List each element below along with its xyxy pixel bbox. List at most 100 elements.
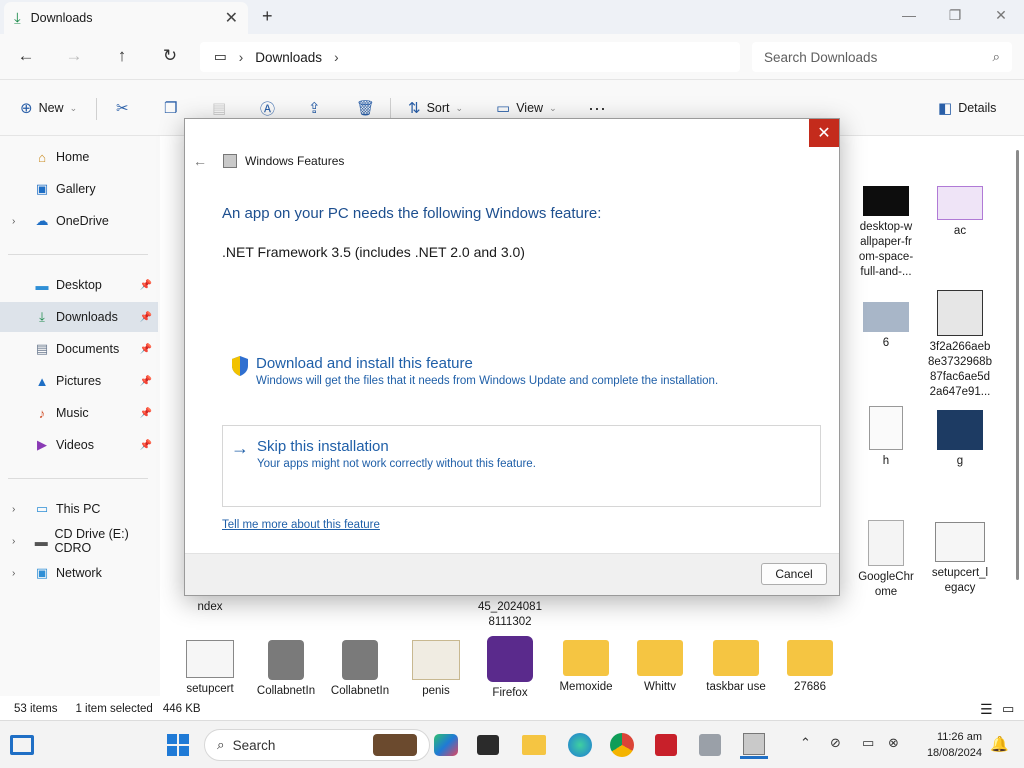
tab-close-icon[interactable]: ✕	[225, 8, 238, 28]
edge-icon[interactable]	[566, 731, 594, 759]
app-icon[interactable]	[652, 731, 680, 759]
file-item[interactable]: g	[924, 410, 996, 469]
sidebar-item-this-pc[interactable]: › ▭ This PC	[0, 494, 158, 524]
chrome-icon[interactable]	[608, 731, 636, 759]
maximize-button[interactable]: ❐	[932, 0, 978, 30]
view-button[interactable]: ▭ View ⌄	[496, 98, 557, 118]
file-name: ndex	[197, 601, 223, 613]
file-item[interactable]: taskbar use	[700, 640, 772, 695]
file-item[interactable]: 3f2a266aeb 8e3732968b 87fac6ae5d 2a647e9…	[924, 290, 996, 400]
file-thumbnail	[935, 522, 985, 562]
new-button[interactable]: ⊕ New ⌄	[20, 98, 77, 118]
file-item[interactable]: ndex	[174, 600, 246, 615]
share-icon: ⇪	[308, 100, 321, 117]
dialog-footer: Cancel	[185, 553, 839, 595]
new-tab-button[interactable]: +	[262, 6, 273, 27]
sort-button[interactable]: ⇅ Sort ⌄	[408, 98, 463, 118]
download-install-option[interactable]: Download and install this feature Window…	[222, 355, 821, 387]
file-item[interactable]: Memoxide	[550, 640, 622, 695]
file-item[interactable]: 6	[850, 302, 922, 351]
taskbar-search[interactable]: ⌕ Search	[204, 729, 430, 761]
terminal-icon[interactable]	[474, 731, 502, 759]
details-button[interactable]: ◧ Details	[938, 98, 996, 118]
network-off-icon[interactable]: ⊘	[830, 735, 841, 751]
chevron-up-icon[interactable]: ⌃	[800, 735, 811, 751]
windows-features-icon	[223, 154, 237, 168]
notification-bell-icon[interactable]: 🔔	[990, 735, 1009, 753]
file-item[interactable]: CollabnetIn	[324, 640, 396, 699]
delete-button[interactable]: 🗑	[356, 98, 381, 118]
sidebar-item-cd-drive[interactable]: › ▬ CD Drive (E:) CDRO	[0, 526, 158, 556]
sidebar-item-documents[interactable]: ▤ Documents 📌	[0, 334, 158, 364]
details-label: Details	[958, 101, 997, 115]
chevron-right-icon[interactable]: ›	[12, 216, 15, 227]
back-button[interactable]: ←	[12, 44, 40, 68]
sidebar-item-desktop[interactable]: ▬ Desktop 📌	[0, 270, 158, 300]
dialog-close-button[interactable]: ✕	[809, 119, 839, 147]
file-item[interactable]: 45_2024081 8111302	[474, 600, 546, 630]
divider	[96, 98, 97, 120]
up-button[interactable]: ↑	[108, 44, 136, 68]
sidebar-item-gallery[interactable]: ▣ Gallery	[0, 174, 158, 204]
display-icon[interactable]: ▭	[862, 735, 874, 751]
file-item[interactable]: h	[850, 406, 922, 469]
volume-icon[interactable]: ⊗	[888, 735, 899, 751]
file-item[interactable]: Whittv	[624, 640, 696, 695]
file-explorer-icon[interactable]	[520, 731, 548, 759]
installer-app-icon[interactable]	[696, 731, 724, 759]
file-item[interactable]: setupcert_l egacy	[924, 522, 996, 596]
copy-button[interactable]: ❐	[164, 98, 183, 118]
search-input[interactable]: Search Downloads ⌕	[752, 42, 1012, 72]
sidebar-item-videos[interactable]: ▶ Videos 📌	[0, 430, 158, 460]
pin-icon: 📌	[139, 343, 152, 355]
sidebar-item-downloads[interactable]: ⤓ Downloads 📌	[0, 302, 158, 332]
more-options-button[interactable]: ···	[588, 98, 606, 118]
sidebar-item-network[interactable]: › ▣ Network	[0, 558, 158, 588]
tiles-view-icon[interactable]: ▭	[1002, 701, 1014, 717]
rename-button[interactable]: Ⓐ	[260, 98, 281, 118]
file-item[interactable]: setupcert	[174, 640, 246, 697]
chevron-right-icon[interactable]: ›	[12, 536, 15, 547]
scrollbar[interactable]	[1016, 150, 1019, 580]
close-window-button[interactable]: ✕	[978, 0, 1024, 30]
address-bar[interactable]: ▭ › Downloads ›	[200, 42, 740, 72]
file-item[interactable]: Firefox	[474, 636, 546, 701]
details-view-icon[interactable]: ☰	[980, 701, 993, 718]
chevron-right-icon[interactable]: ›	[12, 504, 15, 515]
file-item[interactable]: 27686	[774, 640, 846, 695]
file-name: CollabnetIn	[256, 685, 316, 697]
sidebar-item-home[interactable]: ⌂ Home	[0, 142, 158, 172]
cut-button[interactable]: ✂	[116, 98, 135, 118]
file-item[interactable]: GoogleChr ome	[850, 520, 922, 600]
address-segment[interactable]: Downloads	[255, 50, 322, 65]
file-item[interactable]: penis	[400, 640, 472, 699]
refresh-button[interactable]: ↻	[156, 44, 184, 68]
chevron-right-icon[interactable]: ›	[334, 50, 339, 65]
back-arrow-icon[interactable]: ←	[193, 153, 207, 169]
start-button[interactable]	[164, 731, 192, 759]
copy-icon: ❐	[164, 100, 178, 117]
minimize-button[interactable]: —	[886, 0, 932, 30]
sidebar-item-pictures[interactable]: ▲ Pictures 📌	[0, 366, 158, 396]
forward-button[interactable]: →	[60, 44, 88, 68]
sidebar-item-onedrive[interactable]: › ☁ OneDrive	[0, 206, 158, 236]
cloud-icon: ☁	[35, 213, 49, 228]
chevron-right-icon[interactable]: ›	[12, 568, 15, 579]
file-item[interactable]: CollabnetIn	[250, 640, 322, 699]
clock-time: 11:26 am	[936, 731, 982, 743]
tab-downloads[interactable]: ⤓ Downloads ✕	[4, 2, 248, 34]
taskbar: ⌕ Search ⌃ ⊘ ▭ ⊗ 11:26 am 18/08/2024 🔔	[0, 720, 1024, 768]
tell-me-more-link[interactable]: Tell me more about this feature	[222, 519, 380, 531]
file-item[interactable]: ac	[924, 186, 996, 239]
share-button[interactable]: ⇪	[308, 98, 327, 118]
widgets-icon[interactable]	[8, 731, 36, 759]
skip-installation-option[interactable]: → Skip this installation Your apps might…	[222, 425, 821, 507]
copilot-icon[interactable]	[432, 731, 460, 759]
cancel-button[interactable]: Cancel	[761, 563, 827, 585]
file-item[interactable]: desktop-w allpaper-fr om-space- full-and…	[850, 186, 922, 280]
window-controls: — ❐ ✕	[886, 0, 1024, 30]
clock[interactable]: 11:26 am 18/08/2024	[918, 729, 982, 761]
sidebar-item-music[interactable]: ♪ Music 📌	[0, 398, 158, 428]
windows-features-taskbar-icon[interactable]	[740, 731, 768, 759]
paste-button[interactable]: ▤	[212, 98, 232, 118]
